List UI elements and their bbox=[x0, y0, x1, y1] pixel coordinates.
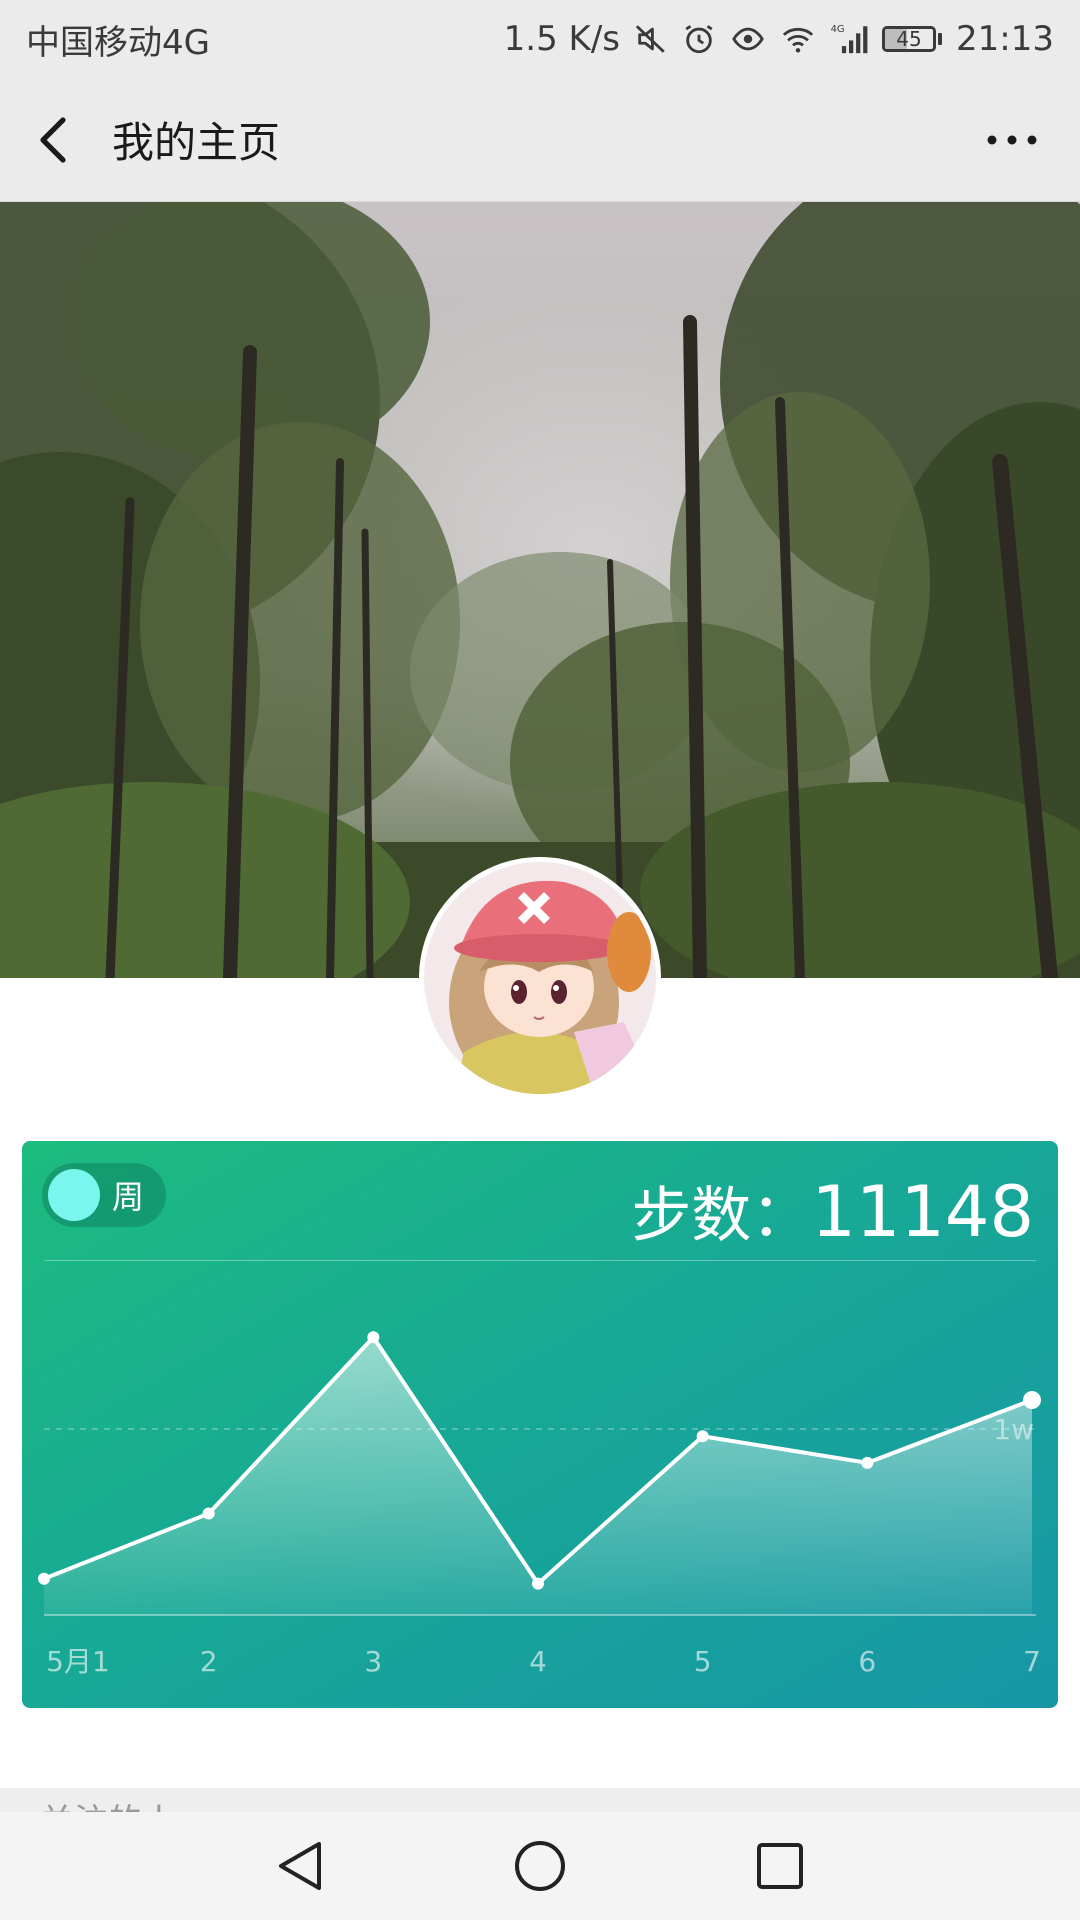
steps-chart: 1w 5月1234567 bbox=[38, 1331, 1041, 1678]
x-tick-label: 7 bbox=[1023, 1645, 1041, 1678]
wifi-icon bbox=[780, 22, 816, 56]
data-point-4 bbox=[532, 1577, 544, 1590]
x-tick-label: 5 bbox=[694, 1645, 712, 1678]
circle-home-icon bbox=[515, 1841, 565, 1891]
more-dots-icon bbox=[987, 135, 1037, 145]
header-bar: 我的主页 bbox=[0, 78, 1080, 202]
mute-icon bbox=[634, 22, 668, 56]
svg-text:4G: 4G bbox=[831, 24, 845, 35]
x-tick-label: 3 bbox=[364, 1645, 382, 1678]
avatar[interactable] bbox=[424, 862, 656, 1094]
follow-section-peek[interactable]: 关注的人 bbox=[0, 1788, 1080, 1812]
back-button[interactable] bbox=[10, 78, 96, 202]
data-point-3 bbox=[367, 1331, 380, 1344]
chevron-left-icon bbox=[40, 116, 66, 163]
signal-icon: 4G bbox=[830, 22, 868, 56]
follow-peek-text: 关注的人 bbox=[40, 1794, 176, 1812]
data-point-2 bbox=[202, 1507, 215, 1520]
status-bar: 中国移动4G 1.5 K/s 4G 45 21:13 bbox=[0, 0, 1080, 78]
x-tick-label: 2 bbox=[200, 1645, 218, 1678]
x-tick-label: 6 bbox=[858, 1645, 876, 1678]
data-point-1 bbox=[38, 1572, 50, 1585]
alarm-icon bbox=[682, 22, 716, 56]
battery-level-label: 45 bbox=[896, 27, 922, 51]
system-nav-bar bbox=[0, 1812, 1080, 1920]
data-point-7 bbox=[1023, 1391, 1041, 1410]
anime-avatar bbox=[424, 862, 656, 1094]
triangle-back-icon bbox=[279, 1842, 321, 1890]
page-title: 我的主页 bbox=[112, 118, 281, 167]
data-point-5 bbox=[696, 1430, 709, 1443]
more-button[interactable] bbox=[982, 114, 1042, 166]
x-tick-label: 5月1 bbox=[46, 1645, 110, 1678]
data-point-6 bbox=[861, 1456, 874, 1469]
steps-area bbox=[44, 1337, 1032, 1615]
net-speed-label: 1.5 K/s bbox=[503, 19, 621, 59]
steps-card: 周 步数： 11148 1w 5月1234567 bbox=[22, 1141, 1058, 1708]
battery-icon: 45 bbox=[882, 26, 943, 52]
clock-label: 21:13 bbox=[956, 19, 1054, 59]
x-tick-label: 4 bbox=[529, 1645, 547, 1678]
eye-icon bbox=[730, 22, 766, 56]
carrier-label: 中国移动4G bbox=[26, 22, 210, 63]
square-recents-icon bbox=[757, 1843, 803, 1889]
system-home-button[interactable] bbox=[510, 1836, 570, 1896]
system-back-button[interactable] bbox=[270, 1836, 330, 1896]
system-recents-button[interactable] bbox=[750, 1836, 810, 1896]
